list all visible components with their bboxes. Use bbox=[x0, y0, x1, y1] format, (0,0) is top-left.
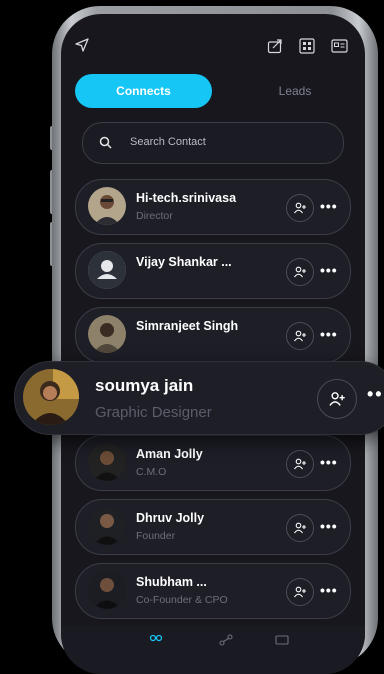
avatar bbox=[23, 369, 79, 425]
add-contact-button[interactable] bbox=[286, 194, 314, 222]
contact-card[interactable]: Dhruv Jolly Founder ••• bbox=[75, 499, 351, 555]
add-contact-button[interactable] bbox=[317, 379, 357, 419]
send-icon[interactable] bbox=[75, 38, 89, 52]
add-contact-icon bbox=[294, 522, 306, 534]
bottom-nav bbox=[61, 626, 365, 674]
add-contact-button[interactable] bbox=[286, 258, 314, 286]
add-contact-button[interactable] bbox=[286, 450, 314, 478]
tab-leads[interactable]: Leads bbox=[235, 74, 355, 108]
add-contact-icon bbox=[294, 266, 306, 278]
contact-card[interactable]: Vijay Shankar ... ••• bbox=[75, 243, 351, 299]
share-icon[interactable] bbox=[267, 38, 283, 54]
app-screen: Connects Leads Search Contact Hi-tech.sr… bbox=[61, 14, 365, 674]
contact-card[interactable]: Hi-tech.srinivasa Director ••• bbox=[75, 179, 351, 235]
contact-name: Vijay Shankar ... bbox=[136, 255, 232, 269]
more-icon[interactable]: ••• bbox=[320, 454, 338, 470]
add-contact-button[interactable] bbox=[286, 578, 314, 606]
search-input[interactable]: Search Contact bbox=[82, 122, 344, 164]
add-contact-icon bbox=[294, 458, 306, 470]
contact-name: Simranjeet Singh bbox=[136, 319, 239, 333]
id-card-icon[interactable] bbox=[331, 39, 348, 53]
avatar bbox=[88, 251, 126, 289]
tab-bar: Connects Leads bbox=[75, 74, 347, 110]
add-contact-icon bbox=[329, 392, 345, 406]
search-placeholder: Search Contact bbox=[130, 136, 206, 148]
avatar bbox=[88, 187, 126, 225]
more-icon[interactable]: ••• bbox=[320, 326, 338, 342]
card-nav-icon[interactable] bbox=[275, 635, 289, 645]
avatar bbox=[88, 443, 126, 481]
contact-role: Co-Founder & CPO bbox=[136, 594, 228, 606]
contact-card[interactable]: Simranjeet Singh ••• bbox=[75, 307, 351, 363]
contact-card[interactable]: Aman Jolly C.M.O ••• bbox=[75, 435, 351, 491]
add-contact-icon bbox=[294, 330, 306, 342]
tab-connects[interactable]: Connects bbox=[75, 74, 212, 108]
contact-name: Aman Jolly bbox=[136, 447, 203, 461]
avatar bbox=[88, 571, 126, 609]
add-contact-icon bbox=[294, 202, 306, 214]
highlighted-contact-role: Graphic Designer bbox=[95, 404, 212, 421]
add-contact-icon bbox=[294, 586, 306, 598]
more-icon[interactable]: ••• bbox=[320, 518, 338, 534]
more-icon[interactable]: •• bbox=[367, 384, 384, 405]
qr-code-icon[interactable] bbox=[299, 38, 315, 54]
contact-card[interactable]: Shubham ... Co-Founder & CPO ••• bbox=[75, 563, 351, 619]
contacts-nav-icon[interactable] bbox=[149, 634, 163, 646]
search-icon bbox=[99, 136, 112, 149]
add-contact-button[interactable] bbox=[286, 514, 314, 542]
contact-name: Hi-tech.srinivasa bbox=[136, 191, 237, 205]
avatar bbox=[88, 315, 126, 353]
avatar bbox=[88, 507, 126, 545]
more-icon[interactable]: ••• bbox=[320, 262, 338, 278]
contact-role: C.M.O bbox=[136, 466, 167, 478]
highlighted-contact-card[interactable]: soumya jain Graphic Designer •• bbox=[14, 361, 384, 435]
more-icon[interactable]: ••• bbox=[320, 198, 338, 214]
contact-role: Director bbox=[136, 210, 173, 222]
contact-name: Shubham ... bbox=[136, 575, 207, 589]
contact-name: Dhruv Jolly bbox=[136, 511, 205, 525]
highlighted-contact-name: soumya jain bbox=[95, 376, 194, 395]
contact-role: Founder bbox=[136, 530, 176, 542]
more-icon[interactable]: ••• bbox=[320, 582, 338, 598]
network-nav-icon[interactable] bbox=[219, 634, 233, 646]
add-contact-button[interactable] bbox=[286, 322, 314, 350]
